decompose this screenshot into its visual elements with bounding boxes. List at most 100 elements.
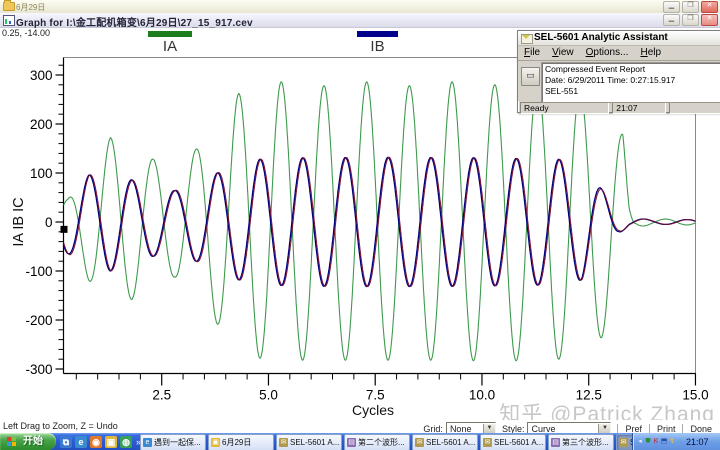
assistant-title: SEL-5601 Analytic Assistant: [534, 32, 668, 43]
taskbar-button-waveform-doc[interactable]: ▤第二个波形...: [344, 434, 410, 450]
network-icon[interactable]: ⬒: [660, 433, 668, 450]
start-button[interactable]: 开始: [0, 433, 56, 450]
report-line: Date: 6/29/2011 Time: 0:27:15.917: [545, 75, 720, 86]
graph-window-titlebar[interactable]: Graph for I:\金工配机箱变\6月29日\27_15_917.cev …: [0, 13, 720, 28]
event-report-icon-button[interactable]: ▭: [521, 67, 540, 86]
sync-icon[interactable]: ◌: [676, 433, 684, 450]
assistant-status-text: Ready: [520, 102, 609, 114]
sel-icon: ✉: [483, 438, 492, 447]
sel-icon: ✉: [279, 438, 288, 447]
assistant-window: SEL-5601 Analytic Assistant File View Opti…: [517, 30, 720, 113]
show-desktop-icon[interactable]: ⧉: [60, 436, 72, 448]
svg-text:-100: -100: [25, 264, 52, 279]
folder-icon: ▣: [211, 438, 220, 447]
kingsoft-icon[interactable]: K: [652, 433, 660, 450]
update-icon[interactable]: ↯: [668, 433, 676, 450]
svg-text:200: 200: [30, 117, 53, 132]
svg-text:-200: -200: [25, 313, 52, 328]
background-window-title: 6月29日: [16, 2, 45, 13]
minimize-icon[interactable]: ▁: [663, 1, 680, 13]
graph-bottom-strip: Left Drag to Zoom, Z = Undo Grid: None ▼…: [0, 420, 720, 433]
legend-swatch-ia: [148, 31, 192, 37]
system-tray: ◂⛊K⬒↯◌21:07: [632, 433, 720, 450]
svg-text:300: 300: [30, 68, 53, 83]
ie-icon[interactable]: e: [75, 436, 87, 448]
chevron-down-icon[interactable]: ▼: [483, 424, 495, 433]
task-button-list: e遇到一起保...▣6月29日✉SEL-5601 A...▤第二个波形...✉S…: [140, 434, 682, 449]
taskbar-button-folder[interactable]: ▣6月29日: [208, 434, 274, 450]
minimize-icon[interactable]: ▁: [663, 14, 680, 26]
taskbar-button-waveform-doc[interactable]: ▤第三个波形...: [548, 434, 614, 450]
taskbar-clock: 21:07: [686, 437, 709, 447]
restore-icon[interactable]: ❐: [682, 1, 699, 13]
style-label: Style:: [502, 424, 525, 434]
y-axis-ticks: 3002001000-100-200-300: [25, 65, 63, 377]
series-IB: [64, 157, 696, 286]
series-IC: [64, 157, 696, 286]
grid-label: Grid:: [423, 424, 443, 434]
menu-item-file[interactable]: File: [524, 47, 540, 60]
svg-text:0: 0: [45, 215, 53, 230]
assistant-titlebar[interactable]: SEL-5601 Analytic Assistant: [518, 31, 720, 46]
assistant-status-time: 21:07: [612, 102, 666, 114]
shield-icon[interactable]: ⛊: [644, 433, 652, 450]
svg-text:7.5: 7.5: [366, 388, 385, 403]
waveform-doc-icon: ▤: [347, 438, 356, 447]
task-label: SEL-5601 A...: [426, 438, 475, 447]
zoom-hint-text: Left Drag to Zoom, Z = Undo: [3, 421, 118, 431]
close-icon[interactable]: ✕: [701, 14, 718, 26]
svg-text:5.0: 5.0: [259, 388, 278, 403]
folder-icon[interactable]: ▣: [105, 436, 117, 448]
series-IA: [64, 82, 696, 361]
svg-text:-300: -300: [25, 362, 52, 377]
chevron-down-icon[interactable]: ▼: [598, 424, 610, 433]
task-label: 遇到一起保...: [154, 437, 201, 448]
media-player-icon[interactable]: ◉: [90, 436, 102, 448]
legend-label-ia: IA: [148, 38, 192, 55]
screen: 3002001000-100-200-3002.55.07.510.012.51…: [0, 0, 720, 450]
event-report-summary[interactable]: Compressed Event Report Date: 6/29/2011 …: [541, 62, 720, 103]
taskbar: 开始 ⧉e◉▣◍» e遇到一起保...▣6月29日✉SEL-5601 A...▤…: [0, 433, 720, 450]
assistant-statusbar: Ready 21:07: [518, 101, 720, 115]
done-button[interactable]: Done: [682, 424, 719, 434]
grid-value: None: [447, 424, 483, 434]
task-label: SEL-5601 A...: [290, 438, 339, 447]
menu-item-view[interactable]: View: [552, 47, 574, 60]
task-label: 6月29日: [222, 437, 251, 448]
sel-icon: ✉: [415, 438, 424, 447]
taskbar-button-ie[interactable]: e遇到一起保...: [140, 434, 206, 450]
envelope-icon: [521, 34, 533, 44]
background-window-titlebar[interactable]: 6月29日 ▁ ❐ ✕: [0, 0, 720, 14]
close-icon[interactable]: ✕: [701, 1, 718, 13]
task-label: SEL-5601 A...: [494, 438, 543, 447]
svg-text:10.0: 10.0: [469, 388, 495, 403]
windows-flag-icon: [7, 437, 11, 441]
taskbar-button-sel[interactable]: ✉SEL-5601 A...: [412, 434, 478, 450]
taskbar-button-sel[interactable]: ✉SEL-5601 A...: [480, 434, 546, 450]
x-axis-label: Cycles: [340, 402, 406, 418]
folder-icon: [3, 2, 15, 11]
task-label: 第二个波形...: [358, 437, 405, 448]
assistant-menubar: File View Options... Help: [518, 46, 720, 61]
sel-icon: ✉: [619, 438, 628, 447]
volume-icon[interactable]: ◂: [636, 433, 644, 450]
taskbar-button-sel[interactable]: ✉SEL-5601 A...: [276, 434, 342, 450]
cursor-coordinate-readout: 0.25, -14.00: [2, 28, 50, 38]
ie-icon: e: [143, 438, 152, 447]
y-axis-label: IA IB IC: [11, 162, 27, 282]
menu-item-help[interactable]: Help: [640, 47, 661, 60]
style-value: Curve: [528, 424, 598, 434]
cursor-marker[interactable]: [61, 226, 68, 233]
print-button[interactable]: Print: [649, 424, 683, 434]
restore-icon[interactable]: ❐: [682, 14, 699, 26]
menu-item-options[interactable]: Options...: [586, 47, 629, 60]
messenger-icon[interactable]: ◍: [120, 436, 132, 448]
report-line: SEL-551: [545, 86, 720, 97]
start-label: 开始: [23, 436, 43, 447]
graph-window-title: Graph for I:\金工配机箱变\6月29日\27_15_917.cev: [16, 14, 253, 29]
svg-text:2.5: 2.5: [152, 388, 171, 403]
legend-swatch-ib: [357, 31, 398, 37]
task-label: 第三个波形...: [562, 437, 609, 448]
pref-button[interactable]: Pref: [617, 424, 649, 434]
waveforms: [64, 82, 696, 361]
